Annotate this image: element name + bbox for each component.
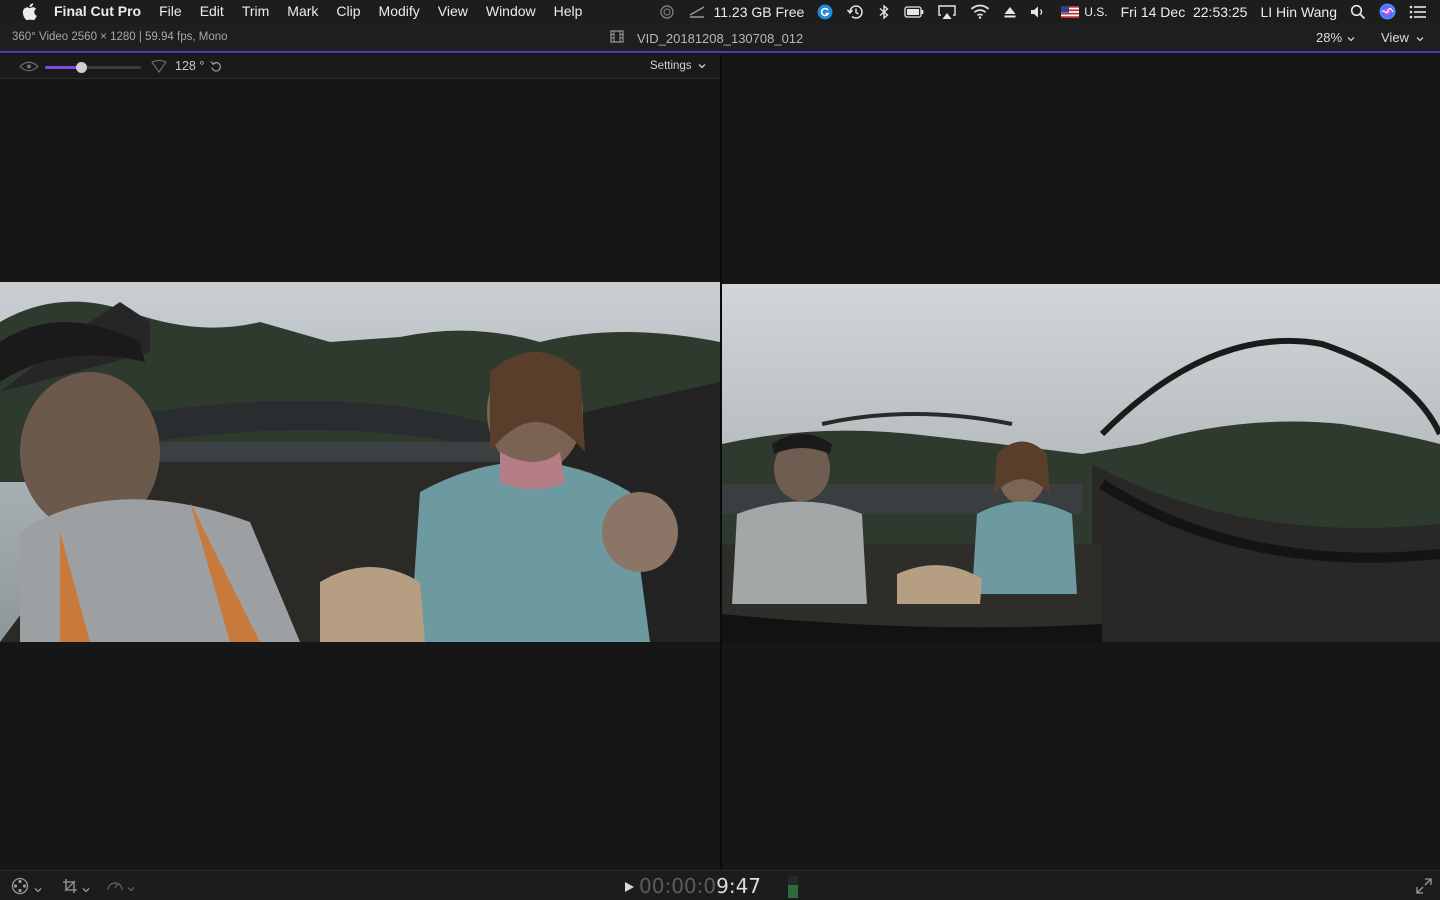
viewer-360-frame[interactable] — [0, 282, 720, 642]
viewer-info-bar: 360° Video 2560 × 1280 | 59.94 fps, Mono… — [0, 23, 1440, 53]
timecode-value: 9:47 — [716, 874, 762, 898]
clip-name: VID_20181208_130708_012 — [637, 30, 804, 46]
menu-bar: Final Cut Pro File Edit Trim Mark Clip M… — [0, 0, 1440, 23]
play-icon[interactable] — [624, 874, 635, 898]
search-icon[interactable] — [1350, 4, 1366, 20]
360-viewer[interactable] — [0, 79, 720, 870]
field-of-view-slider[interactable] — [45, 62, 141, 73]
timecode-display[interactable]: 00:00:0 9:47 — [624, 874, 761, 898]
clock-label[interactable]: Fri 14 Dec 22:53:25 — [1121, 4, 1248, 20]
view-menu-label: View — [1381, 30, 1409, 45]
chevron-down-icon — [82, 880, 90, 898]
flag-icon[interactable] — [1061, 5, 1080, 18]
menu-modify[interactable]: Modify — [370, 0, 429, 23]
notification-center-icon[interactable] — [1409, 5, 1427, 19]
film-strip-icon — [610, 30, 624, 46]
menu-app-name[interactable]: Final Cut Pro — [54, 0, 150, 23]
audio-level — [788, 884, 798, 898]
speedometer-icon — [106, 877, 124, 898]
input-source-label[interactable]: U.S. — [1084, 5, 1107, 19]
video-frame-image-360 — [0, 282, 720, 642]
chevron-down-icon — [698, 60, 706, 72]
eye-icon — [19, 60, 39, 76]
grammarly-icon[interactable] — [817, 4, 833, 20]
menu-window[interactable]: Window — [477, 0, 545, 23]
activity-icon[interactable] — [659, 4, 675, 20]
chevron-down-icon — [1347, 30, 1355, 45]
viewer-equirect-frame[interactable] — [722, 284, 1440, 642]
audio-meter[interactable] — [788, 876, 798, 898]
menu-help[interactable]: Help — [545, 0, 592, 23]
menu-file[interactable]: File — [150, 0, 191, 23]
chevron-down-icon — [127, 879, 135, 897]
transform-tools-menu[interactable] — [61, 877, 90, 900]
menu-trim[interactable]: Trim — [233, 0, 278, 23]
360-viewer-controls: 128 ° Settings — [0, 55, 720, 79]
wifi-icon[interactable] — [970, 4, 990, 19]
disk-free-label[interactable]: 11.23 GB Free — [713, 4, 804, 20]
angle-value[interactable]: 128 ° — [175, 59, 204, 73]
menu-edit[interactable]: Edit — [191, 0, 233, 23]
fullscreen-icon[interactable] — [1416, 878, 1432, 899]
slider-knob[interactable] — [75, 62, 87, 73]
disk-icon[interactable] — [688, 5, 706, 19]
battery-icon[interactable] — [904, 5, 924, 19]
apple-icon[interactable] — [21, 3, 37, 20]
menu-clip[interactable]: Clip — [327, 0, 369, 23]
airplay-icon[interactable] — [937, 4, 957, 20]
video-frame-image-equirect — [722, 284, 1440, 642]
format-info: 360° Video 2560 × 1280 | 59.94 fps, Mono — [12, 31, 228, 43]
retime-menu[interactable] — [106, 877, 135, 898]
settings-menu[interactable]: Settings — [650, 60, 706, 72]
chevron-down-icon — [1416, 30, 1424, 45]
view-menu[interactable]: View — [1381, 30, 1424, 45]
siri-icon[interactable] — [1379, 3, 1396, 20]
reset-icon[interactable] — [210, 60, 222, 76]
clip-name-area: VID_20181208_130708_012 — [610, 30, 803, 46]
bluetooth-icon[interactable] — [877, 3, 891, 20]
crop-tool-icon — [61, 877, 79, 900]
menu-mark[interactable]: Mark — [278, 0, 327, 23]
film-reel-icon — [11, 877, 31, 900]
time-machine-icon[interactable] — [846, 4, 864, 20]
menu-view[interactable]: View — [429, 0, 477, 23]
user-label[interactable]: LI Hin Wang — [1260, 4, 1337, 20]
viewer-bottom-bar: 00:00:0 9:47 — [0, 870, 1440, 900]
timecode-leading: 00:00:0 — [639, 874, 717, 898]
chevron-down-icon — [34, 880, 42, 898]
equirectangular-viewer[interactable] — [722, 55, 1440, 870]
settings-label: Settings — [650, 60, 692, 72]
viewer-options-menu[interactable] — [11, 877, 42, 900]
field-of-view-icon — [151, 59, 167, 76]
zoom-menu[interactable]: 28% — [1316, 30, 1355, 45]
zoom-value: 28% — [1316, 30, 1343, 45]
eject-icon[interactable] — [1003, 5, 1017, 19]
volume-icon[interactable] — [1030, 5, 1048, 19]
